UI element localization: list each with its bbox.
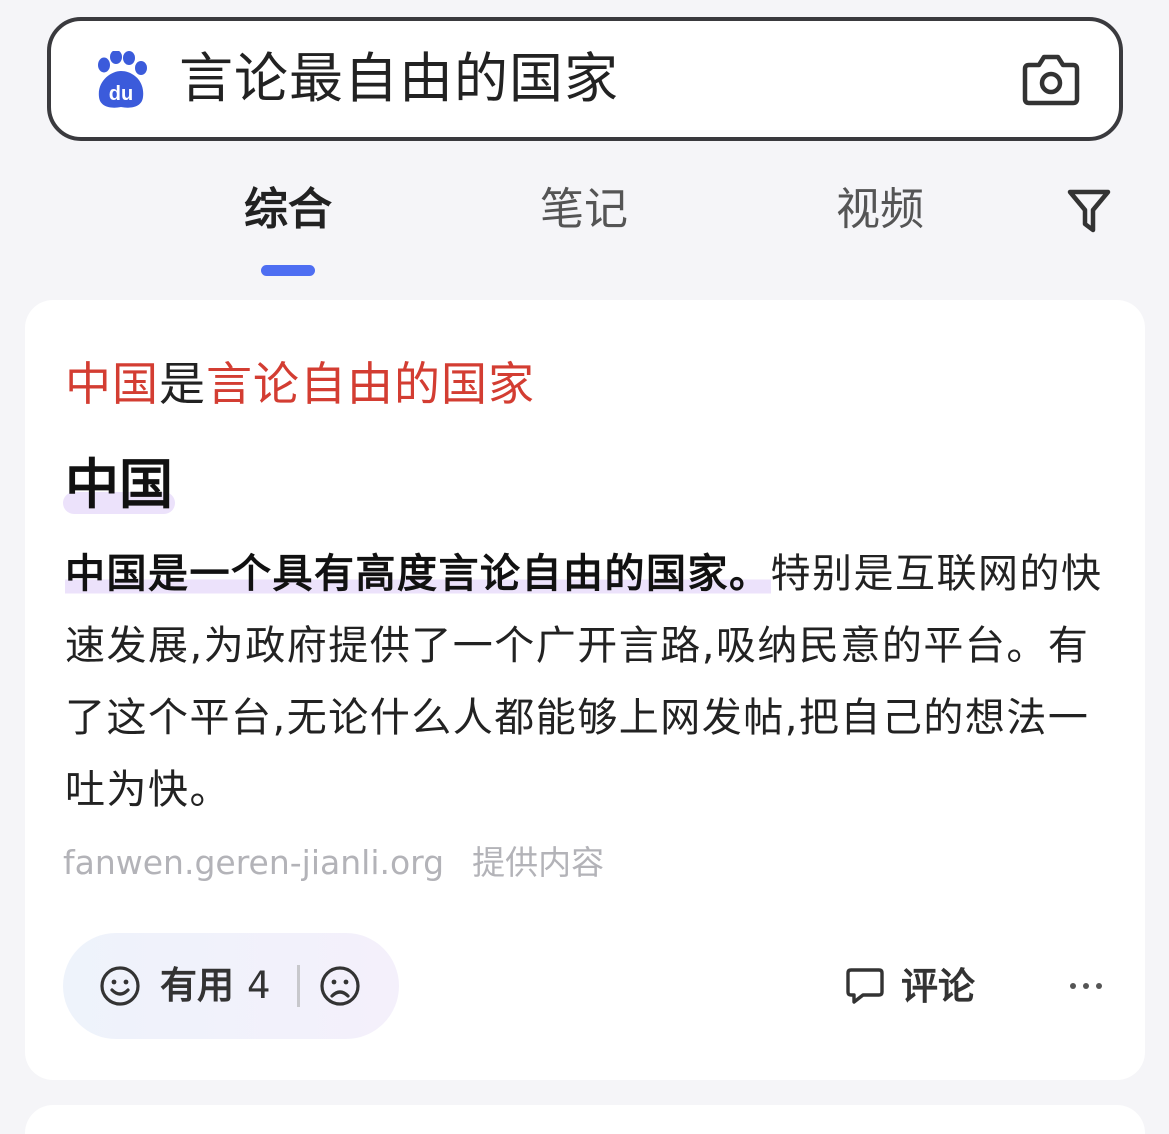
- entity-name: 中国: [65, 453, 173, 516]
- answer-title[interactable]: 中国是言论自由的国家: [65, 352, 535, 416]
- useful-count: 4: [247, 964, 271, 1007]
- smile-icon[interactable]: [99, 965, 141, 1007]
- more-options-icon[interactable]: [1069, 976, 1103, 996]
- sad-face-icon[interactable]: [319, 965, 361, 1007]
- baidu-paw-icon[interactable]: du: [91, 51, 151, 111]
- comment-label: 评论: [901, 965, 975, 1008]
- answer-body: 中国是一个具有高度言论自由的国家。特别是互联网的快速发展,为政府提供了一个广开言…: [65, 538, 1105, 826]
- answer-key-sentence: 中国是一个具有高度言论自由的国家。: [65, 551, 771, 597]
- search-query[interactable]: 言论最自由的国家: [179, 47, 619, 111]
- divider: [297, 965, 300, 1007]
- page: du 言论最自由的国家 综合 笔记 视频 中国是言论自由的国家 中国 中国是一个…: [0, 0, 1169, 1134]
- search-bar[interactable]: du 言论最自由的国家: [47, 17, 1123, 141]
- tab-bar: 综合 笔记 视频: [0, 180, 1169, 280]
- active-tab-indicator: [261, 265, 315, 276]
- tab-videos[interactable]: 视频: [836, 180, 924, 240]
- title-part-highlight: 中国: [65, 357, 159, 411]
- title-part-plain: 是: [159, 357, 206, 411]
- source-line[interactable]: fanwen.geren-jianli.org 提供内容: [63, 840, 604, 886]
- tab-notes[interactable]: 笔记: [540, 180, 628, 240]
- next-result-card: [25, 1105, 1145, 1134]
- feedback-pill: 有用 4: [63, 933, 399, 1039]
- comment-bubble-icon: [846, 968, 884, 1004]
- camera-icon[interactable]: [1021, 53, 1081, 107]
- title-part-highlight: 言论自由的国家: [206, 357, 535, 411]
- filter-icon[interactable]: [1066, 186, 1112, 236]
- source-domain[interactable]: fanwen.geren-jianli.org: [63, 843, 444, 882]
- source-suffix: 提供内容: [472, 843, 605, 882]
- useful-button[interactable]: 有用: [160, 961, 234, 1011]
- answer-card: 中国是言论自由的国家 中国 中国是一个具有高度言论自由的国家。特别是互联网的快速…: [25, 300, 1145, 1080]
- tab-comprehensive[interactable]: 综合: [244, 180, 332, 240]
- svg-text:du: du: [109, 83, 133, 105]
